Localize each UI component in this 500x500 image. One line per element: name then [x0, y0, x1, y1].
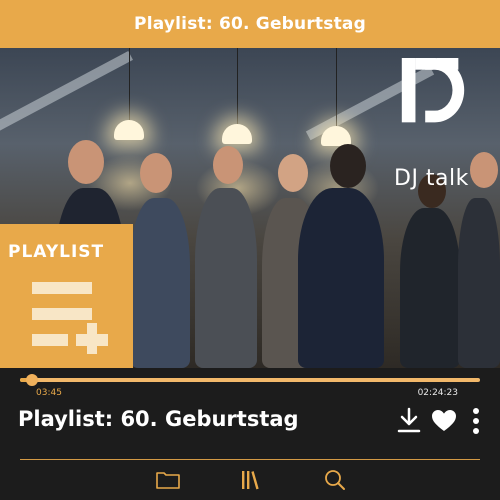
dancer-head [68, 140, 104, 184]
brand-text: DJ talk [394, 166, 469, 191]
dancer [298, 188, 384, 368]
pendant-lamp [114, 120, 144, 140]
lamp-cord [129, 48, 130, 120]
progress-knob[interactable] [25, 374, 38, 386]
nav-item-search[interactable] [322, 468, 348, 492]
download-button[interactable] [396, 406, 422, 434]
time-elapsed: 03:45 [36, 388, 62, 398]
lamp-cord [336, 48, 337, 126]
dancer-head [140, 153, 172, 193]
playlist-add-icon [32, 282, 108, 354]
app-header: Playlist: 60. Geburtstag [0, 0, 500, 48]
dancer [400, 208, 460, 368]
pendant-lamp [222, 124, 252, 144]
dancer-head [213, 146, 243, 184]
folder-icon [156, 472, 180, 489]
nav-item-folder[interactable] [154, 468, 182, 492]
dancer-head [278, 154, 308, 192]
more-vertical-icon [473, 408, 479, 434]
search-icon [325, 470, 345, 490]
card-title: PLAYLIST [8, 242, 105, 262]
dancer [130, 198, 190, 368]
dancer [195, 188, 257, 368]
nav-item-library[interactable] [238, 468, 264, 492]
time-total: 02:24:23 [417, 388, 458, 398]
download-icon [397, 407, 421, 433]
ceiling-light-strip [0, 51, 133, 135]
library-icon [242, 471, 259, 490]
party-photo: DJ talk PLAYLIST [0, 48, 500, 368]
track-title: Playlist: 60. Geburtstag [18, 407, 299, 431]
player-panel: 03:45 02:24:23 Playlist: 60. Geburtstag [0, 368, 500, 500]
header-title: Playlist: 60. Geburtstag [134, 14, 366, 34]
dancer-head [470, 152, 498, 188]
favorite-button[interactable] [430, 408, 458, 434]
dancer-head [330, 144, 366, 188]
dj-logo-icon [401, 58, 465, 123]
lamp-cord [237, 48, 238, 124]
dancer [458, 198, 500, 368]
progress-bar[interactable] [20, 374, 480, 386]
playlist-card: PLAYLIST [0, 224, 133, 368]
more-options-button[interactable] [468, 406, 484, 436]
heart-icon [432, 410, 456, 431]
bottom-nav [0, 460, 500, 500]
pendant-lamp [321, 126, 351, 146]
